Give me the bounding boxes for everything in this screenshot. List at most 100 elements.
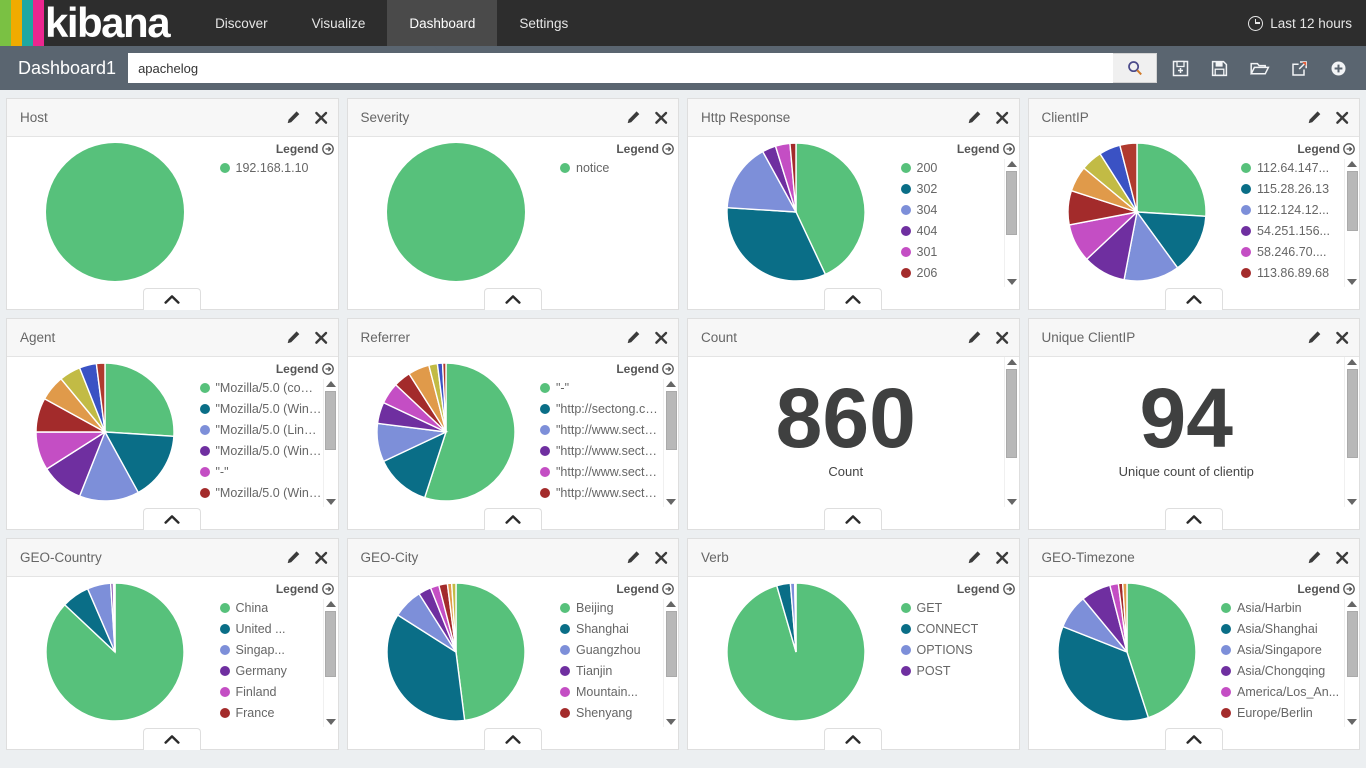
legend-item[interactable]: Asia/Chongqing bbox=[1221, 664, 1344, 678]
legend-item[interactable]: America/Los_An... bbox=[1221, 685, 1344, 699]
legend-item[interactable]: Europe/Berlin bbox=[1221, 706, 1344, 720]
legend-item[interactable]: China bbox=[219, 601, 323, 615]
scrollbar-thumb[interactable] bbox=[665, 391, 677, 451]
pie-chart[interactable] bbox=[726, 142, 866, 282]
legend-toggle[interactable]: Legend bbox=[901, 142, 1019, 156]
scroll-up-arrow[interactable] bbox=[1347, 359, 1357, 365]
nav-tab-visualize[interactable]: Visualize bbox=[290, 0, 388, 46]
new-dashboard-icon[interactable] bbox=[1171, 59, 1190, 78]
legend-scrollbar[interactable] bbox=[1003, 159, 1019, 287]
legend-item[interactable]: GET bbox=[900, 601, 1019, 615]
legend-scrollbar[interactable] bbox=[1003, 357, 1019, 507]
panel-close-button[interactable] bbox=[314, 111, 328, 125]
panel-collapse-toggle[interactable] bbox=[483, 508, 542, 530]
legend-scrollbar[interactable] bbox=[322, 599, 338, 727]
panel-close-button[interactable] bbox=[654, 111, 668, 125]
legend-item[interactable]: POST bbox=[900, 664, 1019, 678]
panel-collapse-toggle[interactable] bbox=[824, 728, 883, 750]
legend-item[interactable]: Shenyang bbox=[560, 706, 663, 720]
legend-item[interactable]: "Mozilla/5.0 (Windo... bbox=[199, 486, 323, 500]
scrollbar-track[interactable] bbox=[1346, 170, 1358, 276]
panel-close-button[interactable] bbox=[314, 331, 328, 345]
panel-close-button[interactable] bbox=[995, 331, 1009, 345]
pie-chart[interactable] bbox=[45, 582, 185, 722]
scrollbar-thumb[interactable] bbox=[1006, 171, 1017, 235]
panel-close-button[interactable] bbox=[1335, 551, 1349, 565]
legend-item[interactable]: CONNECT bbox=[900, 622, 1019, 636]
scroll-down-arrow[interactable] bbox=[666, 499, 676, 505]
legend-item[interactable]: "Mozilla/5.0 (comp... bbox=[199, 381, 323, 395]
panel-edit-button[interactable] bbox=[626, 550, 641, 565]
legend-item[interactable]: Tianjin bbox=[560, 664, 663, 678]
legend-item[interactable]: 192.168.1.10 bbox=[219, 161, 338, 175]
legend-toggle[interactable]: Legend bbox=[540, 362, 678, 376]
legend-item[interactable]: "Mozilla/5.0 (Linux;... bbox=[199, 423, 323, 437]
panel-close-button[interactable] bbox=[314, 551, 328, 565]
legend-toggle[interactable]: Legend bbox=[560, 582, 678, 596]
panel-edit-button[interactable] bbox=[967, 330, 982, 345]
panel-collapse-toggle[interactable] bbox=[1164, 288, 1223, 310]
legend-item[interactable]: 112.64.147... bbox=[1241, 161, 1344, 175]
legend-item[interactable]: 302 bbox=[900, 182, 1004, 196]
panel-collapse-toggle[interactable] bbox=[824, 508, 883, 530]
legend-item[interactable]: 206 bbox=[900, 266, 1004, 280]
legend-item[interactable]: Guangzhou bbox=[560, 643, 663, 657]
legend-item[interactable]: 113.86.89.68 bbox=[1241, 266, 1344, 280]
legend-item[interactable]: "Mozilla/5.0 (Windo... bbox=[199, 402, 323, 416]
legend-scrollbar[interactable] bbox=[1344, 357, 1359, 507]
save-icon[interactable] bbox=[1210, 59, 1229, 78]
panel-collapse-toggle[interactable] bbox=[143, 288, 202, 310]
pie-chart[interactable] bbox=[386, 142, 526, 282]
legend-toggle[interactable]: Legend bbox=[560, 142, 678, 156]
panel-edit-button[interactable] bbox=[286, 550, 301, 565]
legend-item[interactable]: "http://www.secton... bbox=[540, 486, 663, 500]
scrollbar-track[interactable] bbox=[325, 610, 336, 716]
legend-scrollbar[interactable] bbox=[1344, 599, 1359, 727]
nav-tab-dashboard[interactable]: Dashboard bbox=[387, 0, 498, 46]
legend-item[interactable]: Asia/Singapore bbox=[1221, 643, 1344, 657]
scrollbar-track[interactable] bbox=[1346, 368, 1358, 496]
scroll-down-arrow[interactable] bbox=[1006, 279, 1017, 285]
pie-chart[interactable] bbox=[376, 362, 516, 502]
legend-item[interactable]: 304 bbox=[900, 203, 1004, 217]
scrollbar-thumb[interactable] bbox=[325, 610, 336, 677]
pie-chart[interactable] bbox=[386, 582, 526, 722]
pie-chart[interactable] bbox=[1067, 142, 1207, 282]
scroll-down-arrow[interactable] bbox=[1347, 279, 1357, 285]
panel-edit-button[interactable] bbox=[1307, 330, 1322, 345]
scroll-down-arrow[interactable] bbox=[1006, 499, 1017, 505]
pie-chart[interactable] bbox=[726, 582, 866, 722]
kibana-logo[interactable]: kibana bbox=[0, 0, 171, 46]
panel-collapse-toggle[interactable] bbox=[483, 728, 542, 750]
panel-close-button[interactable] bbox=[995, 111, 1009, 125]
pie-slice[interactable] bbox=[1136, 142, 1207, 218]
panel-collapse-toggle[interactable] bbox=[824, 288, 883, 310]
legend-item[interactable]: notice bbox=[560, 161, 678, 175]
scroll-down-arrow[interactable] bbox=[1347, 499, 1357, 505]
scrollbar-thumb[interactable] bbox=[325, 391, 336, 451]
scroll-up-arrow[interactable] bbox=[1006, 359, 1017, 365]
panel-close-button[interactable] bbox=[1335, 331, 1349, 345]
legend-item[interactable]: "-" bbox=[540, 381, 663, 395]
legend-toggle[interactable]: Legend bbox=[1241, 142, 1359, 156]
legend-toggle[interactable]: Legend bbox=[901, 582, 1019, 596]
legend-item[interactable]: "http://www.secton... bbox=[540, 444, 663, 458]
legend-scrollbar[interactable] bbox=[663, 599, 678, 727]
add-visualization-icon[interactable] bbox=[1329, 59, 1348, 78]
scroll-down-arrow[interactable] bbox=[1347, 719, 1357, 725]
scroll-down-arrow[interactable] bbox=[666, 719, 676, 725]
scrollbar-thumb[interactable] bbox=[1006, 368, 1017, 459]
panel-collapse-toggle[interactable] bbox=[483, 288, 542, 310]
scrollbar-track[interactable] bbox=[325, 390, 336, 496]
scrollbar-track[interactable] bbox=[1006, 170, 1017, 276]
legend-item[interactable]: Finland bbox=[219, 685, 323, 699]
scrollbar-track[interactable] bbox=[665, 610, 677, 716]
legend-item[interactable]: 301 bbox=[900, 245, 1004, 259]
panel-close-button[interactable] bbox=[654, 551, 668, 565]
legend-toggle[interactable]: Legend bbox=[200, 362, 338, 376]
pie-slice[interactable] bbox=[455, 582, 526, 722]
panel-edit-button[interactable] bbox=[286, 110, 301, 125]
scroll-up-arrow[interactable] bbox=[1347, 161, 1357, 167]
scroll-up-arrow[interactable] bbox=[325, 601, 336, 607]
pie-slice[interactable] bbox=[46, 143, 185, 281]
